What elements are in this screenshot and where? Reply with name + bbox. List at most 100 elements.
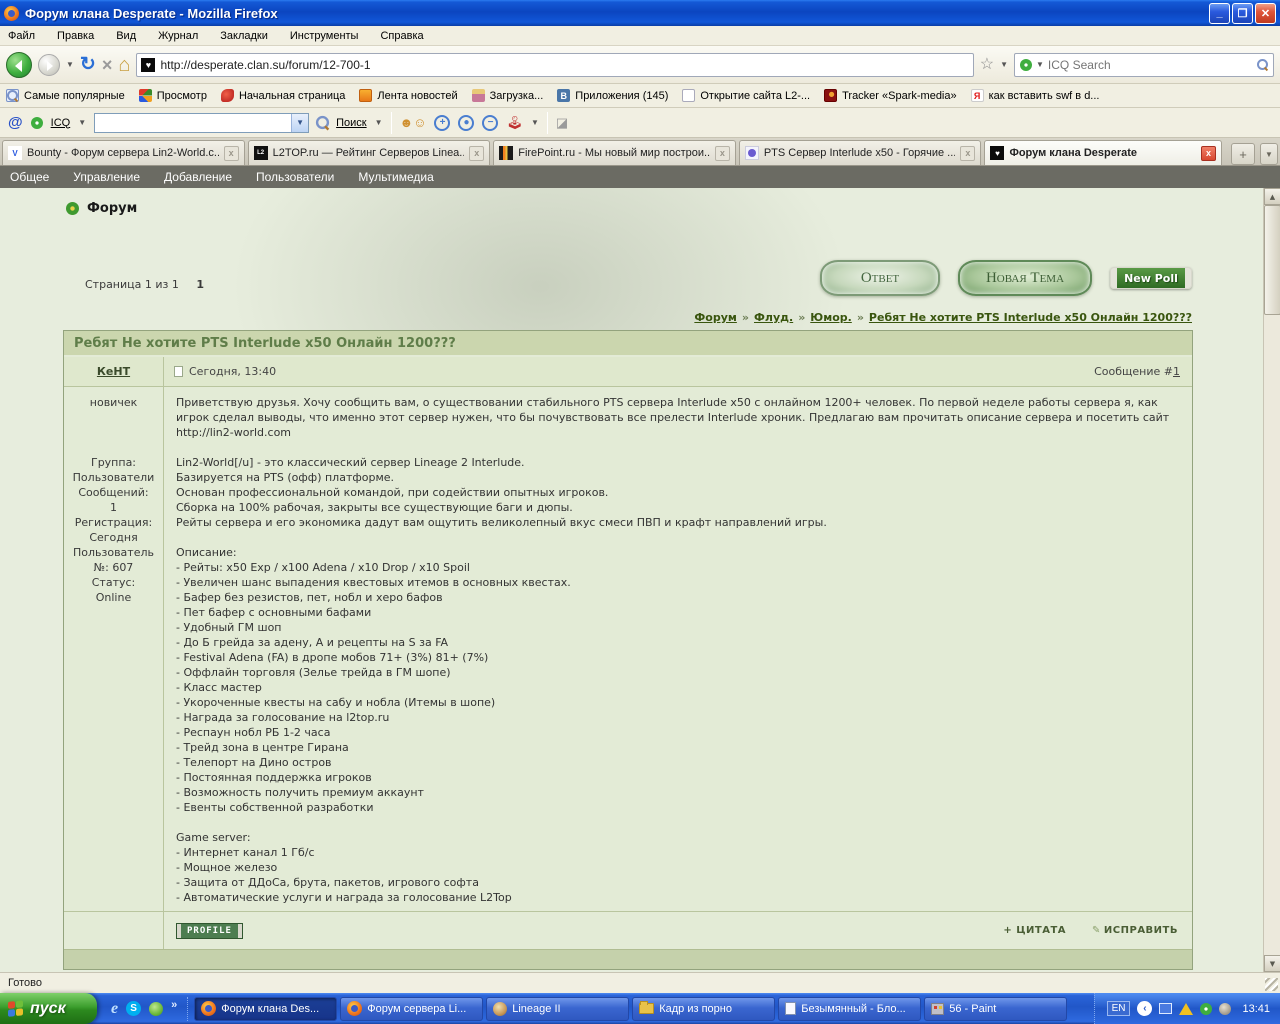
menu-tools[interactable]: Инструменты (290, 30, 359, 42)
games-dropdown-icon[interactable]: ▼ (531, 118, 539, 127)
vertical-scrollbar[interactable]: ▲ ▼ (1263, 188, 1280, 972)
url-input[interactable] (160, 57, 969, 72)
forward-button[interactable] (38, 53, 60, 76)
bookmark-item[interactable]: Лента новостей (359, 89, 458, 102)
breadcrumb-forum[interactable]: Форум (694, 311, 737, 324)
search-engine-dropdown-icon[interactable]: ▼ (1036, 60, 1044, 69)
icq-menu[interactable]: ICQ (51, 117, 71, 129)
menu-bookmarks[interactable]: Закладки (220, 30, 268, 42)
admin-management[interactable]: Управление (73, 170, 140, 184)
bookmark-dropdown-icon[interactable]: ▼ (1000, 60, 1008, 69)
start-button[interactable]: пуск (0, 993, 97, 1024)
bookmark-item[interactable]: Самые популярные (6, 89, 125, 102)
skype-icon[interactable]: S (126, 1001, 142, 1016)
admin-adding[interactable]: Добавление (164, 170, 232, 184)
scroll-down-icon[interactable]: ▼ (1264, 955, 1280, 972)
icq-search-button[interactable]: Поиск (336, 117, 366, 129)
back-button[interactable] (6, 51, 32, 78)
stop-icon[interactable]: × (102, 56, 113, 74)
icq-contacts-icon[interactable]: ☻☺ (400, 115, 427, 130)
eraser-icon[interactable]: ◪ (556, 115, 568, 131)
bookmark-item[interactable]: Загрузка... (471, 89, 543, 102)
url-bar[interactable]: ♥ (136, 52, 974, 77)
taskbar-item-lineage2[interactable]: Lineage II (486, 996, 630, 1021)
taskbar-item-paint[interactable]: 56 - Paint (924, 996, 1068, 1021)
webcam-tray-icon[interactable] (1219, 1002, 1232, 1015)
history-dropdown-icon[interactable]: ▼ (66, 60, 74, 69)
admin-users[interactable]: Пользователи (256, 170, 334, 184)
taskbar-item-desperate[interactable]: Форум клана Des... (194, 996, 338, 1021)
tab-l2top[interactable]: L2 L2TOP.ru — Рейтинг Серверов Linea... … (247, 140, 491, 165)
list-all-tabs-icon[interactable]: ▼ (1260, 143, 1278, 165)
breadcrumb-flood[interactable]: Флуд. (754, 311, 793, 324)
minimize-button[interactable]: _ (1209, 2, 1230, 24)
language-indicator[interactable]: EN (1106, 1001, 1131, 1016)
taskbar-item-notepad[interactable]: Безымянный - Бло... (778, 996, 922, 1021)
menu-edit[interactable]: Правка (57, 30, 94, 42)
scroll-up-icon[interactable]: ▲ (1264, 188, 1280, 205)
tab-firepoint[interactable]: FirePoint.ru - Мы новый мир построи... x (493, 140, 736, 165)
zoom-reset-icon[interactable]: ● (458, 114, 475, 131)
page-number-link[interactable]: 1 (196, 278, 204, 291)
breadcrumb-topic[interactable]: Ребят Не хотите PTS Interlude x50 Онлайн… (869, 311, 1192, 324)
icq-at-icon[interactable]: @ (8, 114, 23, 131)
quick-launch-overflow-icon[interactable]: » (171, 999, 177, 1011)
maximize-button[interactable]: ❐ (1232, 2, 1253, 24)
internet-explorer-icon[interactable]: e (111, 1000, 118, 1018)
author-link[interactable]: КеНТ (97, 365, 130, 378)
profile-button[interactable]: PROFILE (176, 922, 243, 939)
post-permalink-icon[interactable] (174, 366, 183, 377)
zoom-in-icon[interactable]: + (434, 114, 451, 131)
tab-close-icon[interactable]: x (960, 145, 976, 161)
bookmark-item[interactable]: B Приложения (145) (557, 89, 668, 102)
bookmark-item[interactable]: Просмотр (138, 89, 207, 102)
green-app-icon[interactable] (149, 1001, 164, 1016)
icq-search-dropdown-icon[interactable]: ▼ (375, 118, 383, 127)
scrollbar-thumb[interactable] (1264, 205, 1280, 315)
bookmark-item[interactable]: Открытие сайта L2-... (682, 89, 810, 102)
bookmark-item[interactable]: Начальная страница (220, 89, 345, 102)
admin-common[interactable]: Общее (10, 170, 49, 184)
bookmark-item[interactable]: Tracker «Spark-media» (824, 89, 957, 102)
menu-view[interactable]: Вид (116, 30, 136, 42)
new-poll-button[interactable]: New Poll (1110, 267, 1192, 289)
edit-button[interactable]: ✎ ИСПРАВИТЬ (1092, 925, 1178, 936)
tab-close-icon[interactable]: x (469, 145, 485, 161)
reply-button[interactable]: Ответ (820, 260, 940, 296)
bookmark-star-icon[interactable]: ☆ (980, 56, 994, 73)
menu-history[interactable]: Журнал (158, 30, 198, 42)
tray-collapse-icon[interactable]: ‹ (1137, 1001, 1153, 1016)
menu-help[interactable]: Справка (380, 30, 423, 42)
taskbar-item-lin2world-forum[interactable]: Форум сервера Li... (340, 996, 484, 1021)
tab-close-icon[interactable]: x (714, 145, 730, 161)
admin-multimedia[interactable]: Мультимедиа (358, 170, 433, 184)
icq-tray-icon[interactable] (1200, 1002, 1213, 1015)
search-magnifier-icon[interactable] (1257, 59, 1268, 70)
tab-pts-server[interactable]: PTS Сервер Interlude x50 - Горячие ... x (738, 140, 982, 165)
reload-icon[interactable]: ↻ (80, 55, 96, 74)
quote-button[interactable]: + ЦИТАТА (1003, 925, 1066, 936)
bookmark-item[interactable]: Якак вставить swf в d... (970, 89, 1099, 102)
warning-tray-icon[interactable] (1179, 1002, 1194, 1015)
zoom-out-icon[interactable]: − (482, 114, 499, 131)
display-tray-icon[interactable] (1159, 1003, 1173, 1014)
close-button[interactable]: ✕ (1255, 2, 1276, 24)
search-input[interactable] (1047, 57, 1253, 72)
resize-grip[interactable] (1265, 978, 1278, 991)
tab-close-icon[interactable]: x (1201, 145, 1217, 161)
search-box[interactable]: ▼ (1014, 52, 1274, 77)
games-joystick-icon[interactable]: 🕹 (506, 115, 523, 131)
taskbar-item-folder[interactable]: Кадр из порно (632, 996, 776, 1021)
icq-dropdown-icon[interactable]: ▼ (78, 118, 86, 127)
combo-dropdown-icon[interactable]: ▼ (291, 113, 309, 132)
menu-file[interactable]: Файл (8, 30, 35, 42)
new-tab-button[interactable]: + (1231, 143, 1256, 165)
home-icon[interactable]: ⌂ (118, 55, 130, 75)
tab-desperate-active[interactable]: ♥ Форум клана Desperate x (984, 140, 1223, 165)
tab-bounty[interactable]: V Bounty - Форум сервера Lin2-World.c...… (2, 140, 245, 165)
new-topic-button[interactable]: Новая Тема (958, 260, 1092, 296)
tab-close-icon[interactable]: x (223, 145, 239, 161)
icq-search-combobox[interactable]: ▼ (94, 112, 310, 133)
message-number-link[interactable]: 1 (1173, 365, 1180, 378)
breadcrumb-humor[interactable]: Юмор. (810, 311, 852, 324)
